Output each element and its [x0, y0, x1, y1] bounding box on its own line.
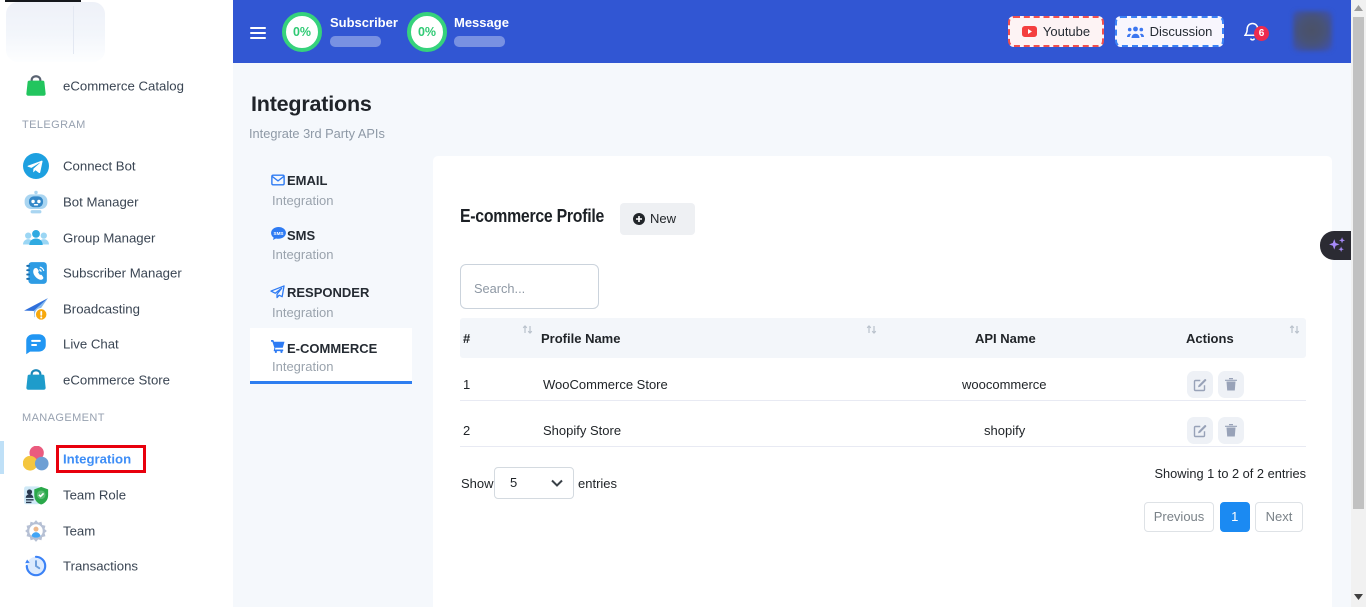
svg-text:SMS: SMS: [273, 231, 283, 236]
